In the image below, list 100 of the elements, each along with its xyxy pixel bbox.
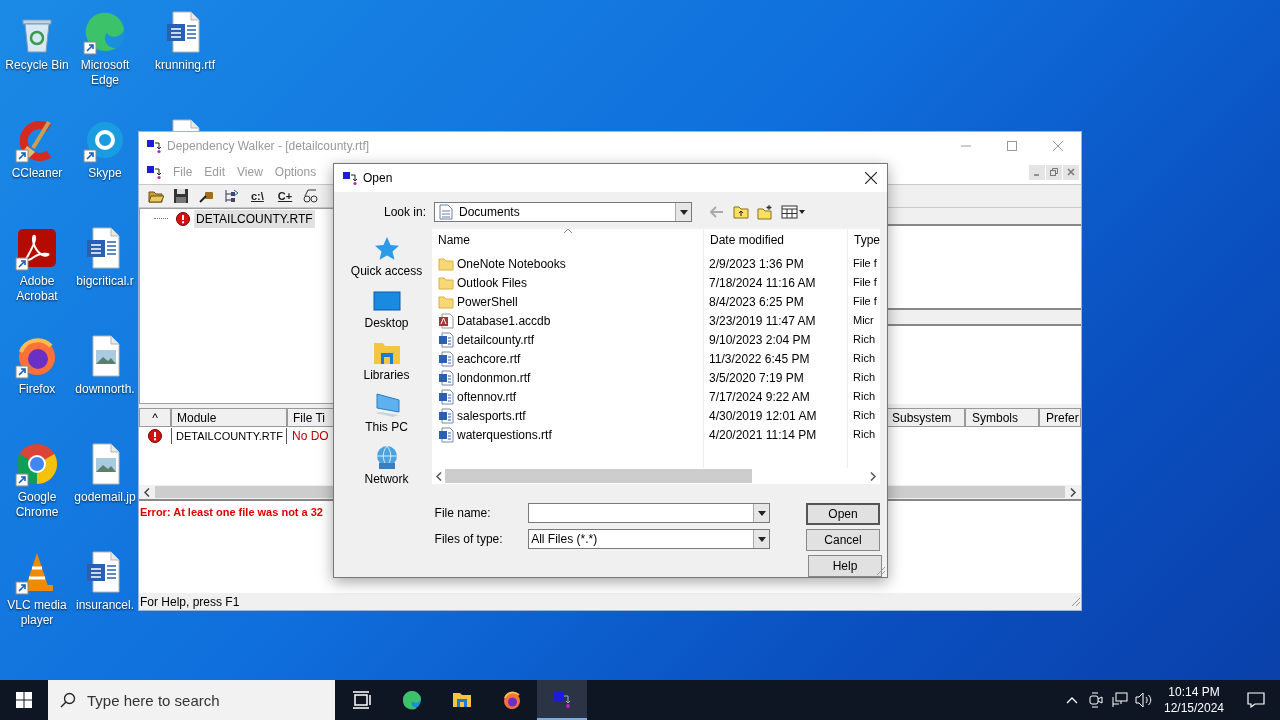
swirl-logo-icon bbox=[402, 690, 422, 710]
child-close-button[interactable] bbox=[1063, 164, 1079, 180]
column-header[interactable]: Date modified bbox=[703, 229, 847, 251]
place-item[interactable]: Desktop bbox=[341, 285, 432, 337]
place-item[interactable]: Quick access bbox=[341, 233, 432, 285]
view-menu-button[interactable] bbox=[780, 203, 806, 221]
close-icon bbox=[1053, 141, 1063, 151]
resize-grip-icon bbox=[1071, 596, 1081, 607]
file-name[interactable]: salesports.rtf bbox=[457, 406, 526, 425]
field-label: Files of type: bbox=[434, 531, 504, 548]
desktop-icon-label[interactable]: VLC media player bbox=[4, 598, 70, 628]
taskbar-button[interactable] bbox=[537, 680, 587, 720]
file-name[interactable]: detailcounty.rtf bbox=[457, 330, 535, 349]
dropdown-arrow-icon bbox=[679, 209, 688, 215]
table-cell-text: 3/23/2019 11:47 AM bbox=[708, 312, 817, 330]
column-header[interactable]: Name bbox=[432, 229, 703, 251]
table-cell-text: 2/9/2023 1:36 PM bbox=[708, 255, 805, 273]
column-header[interactable]: Subsystem bbox=[887, 408, 965, 427]
file-name[interactable]: oftennov.rtf bbox=[457, 387, 517, 406]
document-icon bbox=[438, 350, 454, 367]
file-name-field[interactable] bbox=[528, 503, 770, 523]
child-restore-button[interactable] bbox=[1046, 164, 1062, 180]
error-icon bbox=[176, 211, 190, 226]
table-cell-text: 7/17/2024 9:22 AM bbox=[708, 388, 811, 406]
desktop-icon-label[interactable]: Firefox bbox=[18, 382, 56, 397]
file-name[interactable]: eachcore.rtf bbox=[457, 349, 521, 368]
table-cell-text: 11/3/2022 6:45 PM bbox=[708, 350, 811, 368]
chevron-up-icon bbox=[1066, 696, 1078, 704]
chevron-left-icon bbox=[144, 487, 150, 497]
file-name[interactable]: OneNote Notebooks bbox=[457, 254, 566, 273]
column-header[interactable]: Prefer bbox=[1039, 408, 1081, 427]
resize-grip-icon bbox=[876, 566, 886, 576]
up-folder-button[interactable] bbox=[732, 203, 750, 221]
windows-logo-icon bbox=[16, 692, 32, 708]
table-cell-text: 8/4/2023 6:25 PM bbox=[708, 293, 805, 311]
desktop-icon-label[interactable]: krunning.rtf bbox=[155, 58, 215, 73]
table-cell-text: No DO bbox=[291, 428, 329, 445]
table-cell-text: Rich bbox=[852, 351, 875, 367]
desktop-icon-label[interactable]: downnorth. bbox=[75, 382, 135, 397]
dialog-button[interactable]: Cancel bbox=[806, 529, 880, 551]
dialog-button[interactable]: Open bbox=[806, 503, 880, 525]
column-header[interactable]: ^ bbox=[139, 408, 171, 427]
toolbar-button[interactable]: c:\ bbox=[247, 186, 268, 206]
view-grid-icon bbox=[781, 205, 805, 219]
clock-button[interactable]: 10:14 PM 12/15/2024 bbox=[1156, 680, 1232, 720]
place-item[interactable]: Network bbox=[341, 441, 432, 493]
look-in-dropdown[interactable]: Documents bbox=[434, 202, 692, 222]
desktop-icon-label[interactable]: Google Chrome bbox=[4, 490, 70, 520]
file-name[interactable]: waterquestions.rtf bbox=[457, 425, 552, 444]
table-cell-text: Rich bbox=[852, 427, 875, 443]
file-name[interactable]: PowerShell bbox=[457, 292, 518, 311]
desktop-icon-label[interactable]: Microsoft Edge bbox=[72, 58, 138, 88]
sort-chevron-icon bbox=[563, 228, 573, 234]
open-folder-icon bbox=[147, 188, 164, 204]
file-name[interactable]: londonmon.rtf bbox=[457, 368, 531, 387]
new-folder-button[interactable] bbox=[756, 203, 774, 221]
table-cell-text: File f bbox=[852, 294, 877, 310]
table-cell-text: 4/30/2019 12:01 AM bbox=[708, 407, 818, 425]
column-header[interactable]: Type bbox=[847, 229, 880, 251]
dropdown-arrow-icon bbox=[757, 510, 766, 516]
table-cell-text: 9/10/2023 2:04 PM bbox=[708, 331, 812, 349]
file-name[interactable]: Database1.accdb bbox=[457, 311, 551, 330]
desktop-icon-label[interactable]: Adobe Acrobat bbox=[4, 274, 70, 304]
desktop-icon-label[interactable]: bigcritical.r bbox=[76, 274, 134, 289]
scrollbar-thumb[interactable] bbox=[445, 469, 752, 483]
volume-icon bbox=[1135, 692, 1153, 708]
field-label: File name: bbox=[434, 505, 492, 522]
column-header[interactable]: Symbols bbox=[965, 408, 1039, 427]
desktop-icon-label[interactable]: CCleaner bbox=[11, 166, 63, 181]
up-folder-icon bbox=[733, 205, 749, 219]
document-icon bbox=[438, 426, 454, 443]
maximize-icon bbox=[1007, 141, 1017, 151]
table-cell-text: 3/5/2020 7:19 PM bbox=[708, 369, 805, 387]
desktop-icon-label[interactable]: godemail.jp bbox=[74, 490, 136, 505]
desktop-icon-label[interactable]: Recycle Bin bbox=[5, 58, 69, 73]
table-cell-text: Rich bbox=[852, 389, 875, 405]
tree-item[interactable]: DETAILCOUNTY.RTF bbox=[194, 209, 315, 228]
document-icon bbox=[438, 407, 454, 424]
toolbar-button[interactable]: C+ bbox=[273, 186, 297, 206]
document-folder-icon bbox=[439, 204, 453, 220]
place-item[interactable]: This PC bbox=[341, 389, 432, 441]
restore-icon bbox=[1050, 168, 1058, 176]
search-field[interactable]: Type here to search bbox=[48, 680, 335, 720]
dialog-button[interactable]: Help bbox=[808, 555, 882, 577]
file-name[interactable]: Outlook Files bbox=[457, 273, 528, 292]
place-item[interactable]: Libraries bbox=[341, 337, 432, 389]
database-file-icon bbox=[438, 312, 454, 329]
close-icon bbox=[865, 172, 877, 184]
table-cell: DETAILCOUNTY.RTF bbox=[171, 427, 287, 445]
desktop-icon-label[interactable]: insurancel. bbox=[76, 598, 134, 613]
desktop-icon-label[interactable]: Skype bbox=[88, 166, 122, 181]
search-icon bbox=[60, 692, 76, 708]
folder-icon bbox=[452, 690, 472, 710]
table-cell-text: File f bbox=[852, 256, 877, 272]
column-header[interactable]: Module bbox=[171, 408, 287, 427]
menu-logo-icon bbox=[146, 164, 162, 180]
status-bar-text: For Help, press F1 bbox=[140, 593, 240, 611]
file-type-dropdown[interactable]: All Files (*.*) bbox=[528, 529, 770, 549]
document-icon bbox=[438, 369, 454, 386]
child-minimize-button[interactable] bbox=[1029, 164, 1045, 180]
